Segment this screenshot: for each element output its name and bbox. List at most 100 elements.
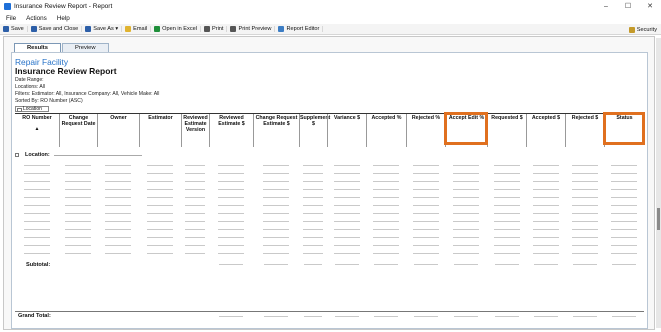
table-cell xyxy=(303,229,323,230)
table-cell xyxy=(218,245,244,246)
table-cell xyxy=(185,189,205,190)
table-row[interactable] xyxy=(15,218,644,225)
table-cell xyxy=(333,205,360,206)
column-header-change-request-estimate[interactable]: Change Request Estimate $ xyxy=(253,114,299,147)
table-cell xyxy=(105,229,131,230)
table-cell xyxy=(147,253,173,254)
close-button[interactable]: ✕ xyxy=(639,0,661,13)
table-row[interactable] xyxy=(15,234,644,241)
column-header-change-request-date[interactable]: Change Request Date xyxy=(59,114,97,147)
column-header-text: Rejected % xyxy=(411,115,441,121)
column-header-supplement[interactable]: Supplement $ xyxy=(299,114,330,147)
grand-total-row xyxy=(15,313,644,320)
total-cell xyxy=(219,264,243,265)
report-editor-button[interactable]: Report Editor xyxy=(278,26,324,32)
column-header-requested[interactable]: Requested $ xyxy=(487,114,526,147)
menu-actions[interactable]: Actions xyxy=(26,15,47,22)
security-button[interactable]: Security xyxy=(628,24,657,35)
table-cell xyxy=(412,205,439,206)
table-cell xyxy=(373,197,399,198)
menu-file[interactable]: File xyxy=(6,15,16,22)
table-cell xyxy=(24,197,50,198)
print-button[interactable]: Print xyxy=(203,26,228,32)
column-header-text: Change Request Date xyxy=(61,115,96,127)
column-header-text: Reviewed Estimate $ xyxy=(218,115,245,127)
table-cell xyxy=(453,197,479,198)
column-header-rejected[interactable]: Rejected $ xyxy=(565,114,604,147)
total-cell xyxy=(494,316,519,317)
table-cell xyxy=(532,245,559,246)
menu-help[interactable]: Help xyxy=(57,15,70,22)
column-header-text: Owner xyxy=(110,115,127,121)
table-cell xyxy=(333,197,360,198)
table-row[interactable] xyxy=(15,194,644,201)
table-cell xyxy=(65,253,91,254)
column-header-ro-number[interactable]: RO Number ▲ xyxy=(15,114,59,147)
table-cell xyxy=(147,197,173,198)
table-row[interactable] xyxy=(15,162,644,169)
save-button[interactable]: Save xyxy=(3,26,28,32)
table-cell xyxy=(218,205,244,206)
column-header-owner[interactable]: Owner xyxy=(97,114,139,147)
save-as-button[interactable]: Save As ▾ xyxy=(85,26,123,32)
tab-preview[interactable]: Preview xyxy=(61,43,109,52)
table-row[interactable] xyxy=(15,226,644,233)
table-cell xyxy=(412,253,439,254)
group-by-location[interactable]: Location xyxy=(15,106,49,112)
save-and-close-button[interactable]: Save and Close xyxy=(30,26,83,32)
table-cell xyxy=(65,165,91,166)
table-cell xyxy=(185,197,205,198)
print-preview-icon xyxy=(230,26,237,32)
column-header-reviewed-estimate[interactable]: Reviewed Estimate $ xyxy=(209,114,253,147)
column-header-variance[interactable]: Variance $ xyxy=(327,114,366,147)
table-cell xyxy=(147,205,173,206)
table-row[interactable] xyxy=(15,242,644,249)
table-cell xyxy=(333,245,360,246)
print-preview-button[interactable]: Print Preview xyxy=(230,26,276,32)
total-cell xyxy=(334,264,359,265)
table-row[interactable] xyxy=(15,250,644,257)
save-icon xyxy=(3,26,9,32)
table-cell xyxy=(571,245,598,246)
locations-filter: Locations: All xyxy=(15,84,46,90)
table-row[interactable] xyxy=(15,202,644,209)
column-header-accepted[interactable]: Accepted % xyxy=(366,114,406,147)
table-cell xyxy=(303,213,323,214)
table-cell xyxy=(493,205,520,206)
table-cell xyxy=(263,237,289,238)
column-header-text: Reviewed Estimate Version xyxy=(183,115,208,133)
table-cell xyxy=(185,245,205,246)
table-cell xyxy=(105,197,131,198)
table-cell xyxy=(218,229,244,230)
table-cell xyxy=(412,245,439,246)
table-cell xyxy=(373,189,399,190)
table-row[interactable] xyxy=(15,170,644,177)
table-cell xyxy=(218,213,244,214)
table-cell xyxy=(105,253,131,254)
table-cell xyxy=(412,189,439,190)
scrollbar-thumb[interactable] xyxy=(657,208,660,230)
location-group-row: Location: xyxy=(15,152,142,158)
minimize-button[interactable]: – xyxy=(595,0,617,13)
table-cell xyxy=(185,165,205,166)
table-cell xyxy=(24,173,50,174)
maximize-button[interactable]: ☐ xyxy=(617,0,639,13)
column-header-accepted[interactable]: Accepted $ xyxy=(526,114,565,147)
table-cell xyxy=(263,253,289,254)
column-header-estimator[interactable]: Estimator xyxy=(139,114,181,147)
table-cell xyxy=(373,181,399,182)
table-row[interactable] xyxy=(15,178,644,185)
vertical-scrollbar[interactable] xyxy=(656,38,661,328)
column-header-reviewed-estimate-version[interactable]: Reviewed Estimate Version xyxy=(181,114,209,147)
table-cell xyxy=(303,173,323,174)
table-cell xyxy=(218,197,244,198)
tab-results[interactable]: Results xyxy=(14,43,61,52)
column-header-rejected[interactable]: Rejected % xyxy=(406,114,445,147)
table-cell xyxy=(412,181,439,182)
open-in-excel-button[interactable]: Open in Excel xyxy=(154,26,201,32)
email-button[interactable]: Email xyxy=(125,26,152,32)
table-cell xyxy=(611,245,637,246)
table-row[interactable] xyxy=(15,210,644,217)
expand-icon[interactable] xyxy=(15,153,19,157)
table-row[interactable] xyxy=(15,186,644,193)
